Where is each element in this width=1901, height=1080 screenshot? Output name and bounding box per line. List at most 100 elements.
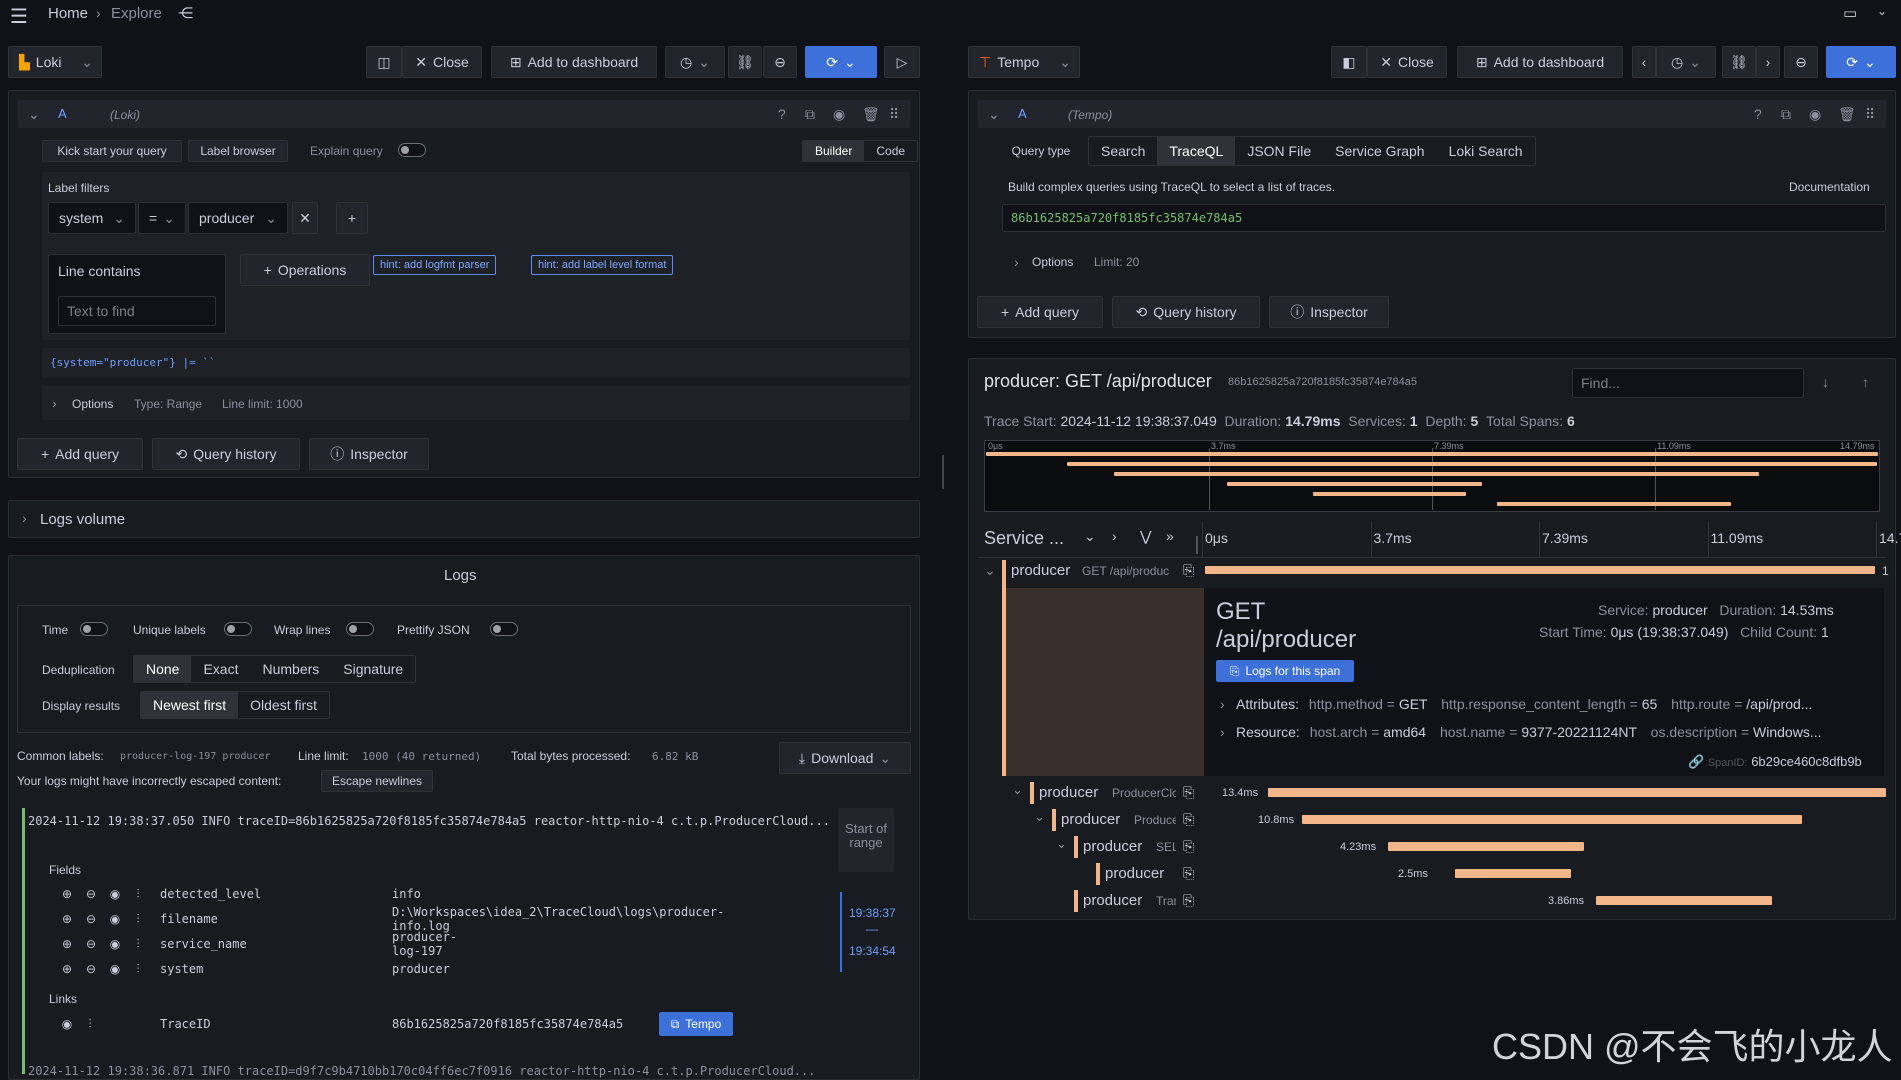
- query-type-tabs[interactable]: Search TraceQL JSON File Service Graph L…: [1088, 136, 1536, 166]
- wrap-lines-toggle[interactable]: [346, 622, 374, 636]
- options-chevron-icon[interactable]: ›: [52, 395, 57, 411]
- add-query-button[interactable]: + Add query: [977, 296, 1103, 328]
- zoom-out-icon[interactable]: ⊖: [79, 937, 103, 951]
- column-resizer[interactable]: [1196, 536, 1198, 554]
- log-line-2[interactable]: 2024-11-12 19:38:36.871 INFO traceID=d9f…: [28, 1064, 836, 1078]
- span-service[interactable]: producer: [1061, 811, 1120, 828]
- hint-logfmt-button[interactable]: hint: add logfmt parser: [373, 255, 497, 275]
- tempo-link-button[interactable]: ⧉ Tempo: [659, 1012, 733, 1036]
- kick-start-button[interactable]: Kick start your query: [42, 140, 182, 162]
- stats-icon[interactable]: ⫶: [127, 912, 149, 927]
- drag-icon[interactable]: ⠿: [889, 106, 899, 123]
- root-span-service[interactable]: producer: [1011, 562, 1070, 579]
- span-logs-icon[interactable]: ⎘: [1183, 811, 1194, 828]
- service-column-header[interactable]: Service ...: [984, 528, 1064, 549]
- zoom-in-icon[interactable]: ⊕: [55, 912, 79, 926]
- trash-icon[interactable]: 🗑: [1838, 106, 1856, 123]
- loki-datasource-picker[interactable]: ▙ Loki ⌄: [8, 46, 102, 78]
- filter-op-select[interactable]: = ⌄: [138, 202, 186, 234]
- resource-row[interactable]: Resource: host.arch = amd64 host.name = …: [1236, 724, 1876, 740]
- find-prev-icon[interactable]: ↑: [1862, 374, 1869, 390]
- attributes-chevron-icon[interactable]: ›: [1220, 696, 1225, 712]
- logs-for-span-button[interactable]: ⎘ Logs for this span: [1216, 660, 1354, 682]
- span-operation[interactable]: Produce: [1134, 813, 1176, 827]
- newest-first[interactable]: Newest first: [141, 692, 239, 718]
- logs-volume-title[interactable]: Logs volume: [40, 511, 125, 528]
- chevron-down-icon[interactable]: ⌄: [1877, 4, 1887, 18]
- time-back-icon[interactable]: ‹: [1632, 46, 1656, 78]
- options-label[interactable]: Options: [1032, 255, 1073, 269]
- eye-icon[interactable]: ◉: [103, 912, 127, 926]
- eye-icon[interactable]: ◉: [55, 1017, 79, 1031]
- span-logs-icon[interactable]: ⎘: [1183, 865, 1194, 882]
- help-icon[interactable]: ?: [778, 106, 786, 122]
- help-icon[interactable]: ?: [1754, 106, 1762, 122]
- span-bar[interactable]: [1388, 842, 1584, 851]
- escape-newlines-button[interactable]: Escape newlines: [321, 770, 433, 792]
- root-span-operation[interactable]: GET /api/produc: [1082, 564, 1169, 578]
- share-icon[interactable]: ⋲: [178, 4, 193, 22]
- builder-tab[interactable]: Builder: [803, 141, 865, 161]
- span-operation[interactable]: ProducerClc: [1112, 786, 1176, 800]
- query-history-button[interactable]: ⟲ Query history: [152, 438, 300, 470]
- display-switch[interactable]: Newest first Oldest first: [140, 691, 331, 719]
- span-service[interactable]: producer: [1083, 838, 1142, 855]
- root-span-toggle-icon[interactable]: ⌄: [984, 562, 996, 579]
- run-query-button[interactable]: ⟳ ⌄: [805, 46, 877, 78]
- span-service[interactable]: producer: [1105, 865, 1164, 882]
- zoom-in-icon[interactable]: ⊕: [55, 937, 79, 951]
- find-input[interactable]: Find...: [1572, 368, 1804, 398]
- hint-label-level-button[interactable]: hint: add label level format: [531, 255, 674, 275]
- inspector-button[interactable]: ⓘ Inspector: [1269, 296, 1389, 328]
- resource-chevron-icon[interactable]: ›: [1220, 724, 1225, 740]
- copy-icon[interactable]: ⧉: [1781, 106, 1791, 123]
- stats-icon[interactable]: ⫶: [127, 887, 149, 902]
- tab-loki-search[interactable]: Loki Search: [1437, 137, 1535, 165]
- log-line[interactable]: 2024-11-12 19:38:37.050 INFO traceID=86b…: [28, 814, 836, 828]
- time-toggle[interactable]: [80, 622, 108, 636]
- eye-icon[interactable]: ◉: [833, 106, 845, 123]
- zoom-in-icon[interactable]: ⊕: [55, 887, 79, 901]
- filter-value-select[interactable]: producer ⌄: [188, 202, 288, 234]
- close-button[interactable]: ✕ Close: [402, 46, 482, 78]
- pane-splitter[interactable]: [942, 455, 944, 489]
- collapse-icon[interactable]: ⌄: [28, 106, 40, 123]
- expand-one-icon[interactable]: ›: [1112, 528, 1117, 544]
- eye-icon[interactable]: ◉: [103, 937, 127, 951]
- trash-icon[interactable]: 🗑: [862, 106, 880, 123]
- eye-icon[interactable]: ◉: [103, 962, 127, 976]
- span-toggle-icon[interactable]: ⌄: [1012, 782, 1023, 798]
- tempo-datasource-picker[interactable]: ⊤ Tempo ⌄: [968, 46, 1080, 78]
- code-tab[interactable]: Code: [864, 141, 917, 161]
- expand-all-icon[interactable]: ⋁: [1140, 528, 1151, 545]
- split-icon[interactable]: ◫: [366, 46, 402, 78]
- close-button[interactable]: ✕ Close: [1367, 46, 1447, 78]
- tab-traceql[interactable]: TraceQL: [1157, 137, 1236, 165]
- span-bar[interactable]: [1302, 815, 1802, 824]
- label-browser-button[interactable]: Label browser: [188, 140, 288, 162]
- span-service[interactable]: producer: [1039, 784, 1098, 801]
- attributes-row[interactable]: Attributes: http.method = GET http.respo…: [1236, 696, 1876, 712]
- inspector-button[interactable]: ⓘ Inspector: [309, 438, 429, 470]
- time-picker-button[interactable]: ◷ ⌄: [665, 46, 725, 78]
- unique-labels-toggle[interactable]: [224, 622, 252, 636]
- add-to-dashboard-button[interactable]: ⊞ Add to dashboard: [1457, 46, 1623, 78]
- span-operation[interactable]: Tran: [1156, 894, 1176, 908]
- add-query-button[interactable]: + Add query: [17, 438, 143, 470]
- zoom-out-icon[interactable]: ⊖: [79, 887, 103, 901]
- add-to-dashboard-button[interactable]: ⊞ Add to dashboard: [491, 46, 657, 78]
- drag-icon[interactable]: ⠿: [1865, 106, 1875, 123]
- collapse-pane-icon[interactable]: ◧: [1331, 46, 1367, 78]
- stats-icon[interactable]: ⫶: [127, 962, 149, 977]
- tab-json-file[interactable]: JSON File: [1235, 137, 1323, 165]
- time-picker-button[interactable]: ◷ ⌄: [1656, 46, 1716, 78]
- collapse-all-icon[interactable]: »: [1166, 528, 1174, 544]
- logs-volume-chevron-icon[interactable]: ›: [22, 510, 27, 526]
- logs-volume-panel[interactable]: [8, 500, 920, 538]
- query-history-button[interactable]: ⟲ Query history: [1112, 296, 1260, 328]
- span-bar[interactable]: [1268, 788, 1886, 797]
- link-icon[interactable]: ⛓: [728, 46, 762, 78]
- dedup-switch[interactable]: None Exact Numbers Signature: [133, 655, 417, 683]
- dedup-none[interactable]: None: [134, 656, 192, 682]
- documentation-link[interactable]: Documentation: [1789, 180, 1870, 194]
